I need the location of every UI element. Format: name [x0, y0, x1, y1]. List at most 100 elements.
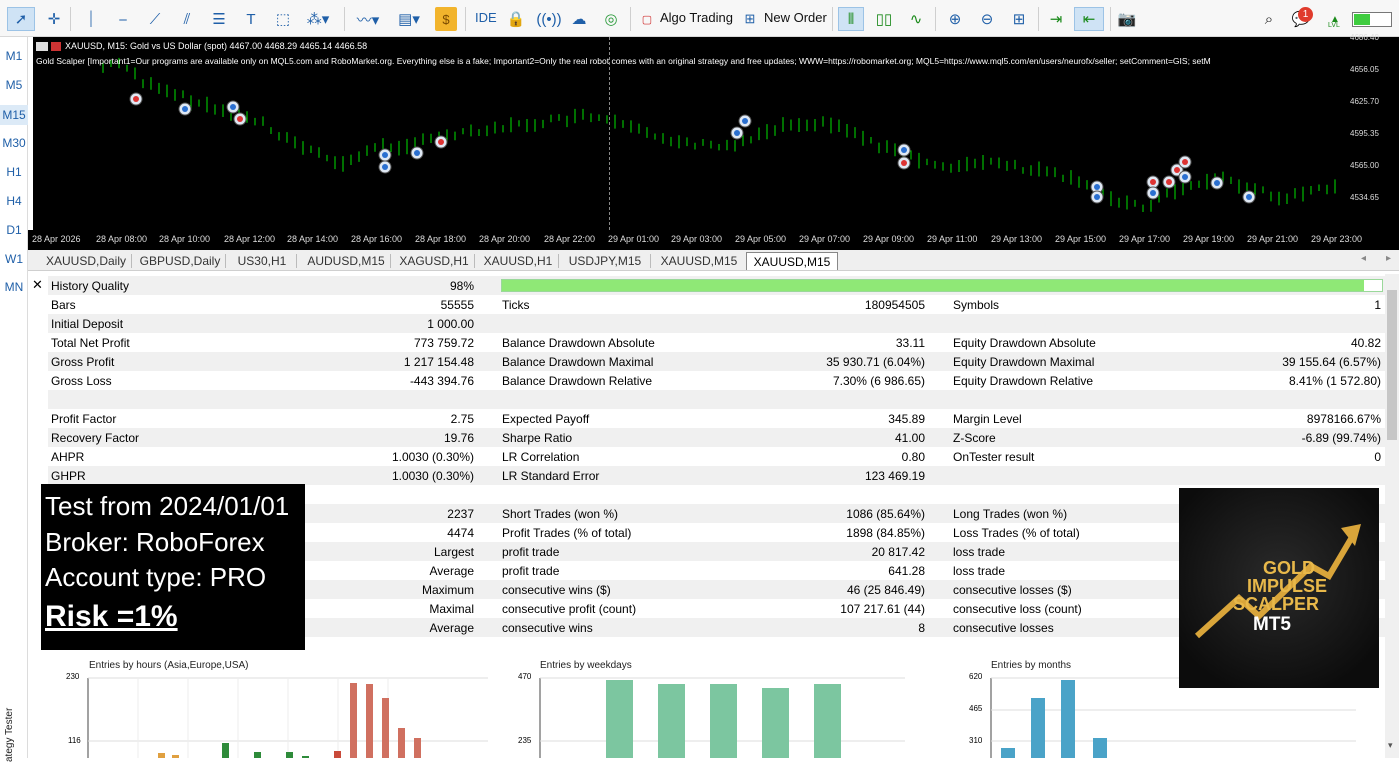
timeframe-w1[interactable]: W1: [0, 252, 28, 266]
line-chart-icon[interactable]: ∿: [904, 7, 928, 31]
report-value: 2.75: [450, 412, 474, 426]
tab-scroll-left-icon[interactable]: ◂: [1361, 253, 1366, 264]
vps-icon[interactable]: ◎: [600, 7, 622, 31]
zoom-out-icon[interactable]: ⊖: [976, 7, 998, 31]
close-icon[interactable]: ✕: [32, 277, 43, 293]
scroll-down-icon[interactable]: ▾: [1388, 740, 1393, 751]
report-label: Z-Score: [953, 431, 996, 445]
report-row: Initial Deposit 1 000.00: [48, 314, 1385, 333]
price-axis[interactable]: 4686.40 4656.05 4625.70 4595.35 4565.00 …: [1345, 33, 1399, 230]
time-label: 29 Apr 13:00: [991, 234, 1043, 244]
report-label: Balance Drawdown Relative: [502, 374, 653, 388]
screenshot-icon[interactable]: 📷: [1116, 7, 1138, 31]
report-label: LR Correlation: [502, 450, 580, 464]
fibonacci-icon[interactable]: ☰: [208, 7, 230, 31]
report-row: [48, 390, 1385, 409]
chart-header-text: XAUUSD, M15: Gold vs US Dollar (spot) 44…: [65, 41, 368, 51]
price-chart[interactable]: XAUUSD, M15: Gold vs US Dollar (spot) 44…: [33, 37, 1345, 230]
main-toolbar: ➚ ✛ ⏐ ⎯ ⟋ ⫽ ☰ T ⬚ ⁂▾ 〰▾ ▤▾ $ IDE 🔒 ((•))…: [0, 0, 1399, 37]
time-label: 28 Apr 22:00: [544, 234, 596, 244]
market-icon[interactable]: $: [435, 7, 457, 31]
new-order-button[interactable]: New Order: [764, 10, 827, 25]
timeframe-m5[interactable]: M5: [0, 78, 28, 92]
report-value: Maximum: [421, 583, 474, 597]
report-value: 641.28: [888, 564, 925, 578]
shapes-icon[interactable]: ⬚: [272, 7, 294, 31]
tab-scroll-right-icon[interactable]: ▸: [1386, 253, 1391, 264]
report-label: consecutive loss (count): [953, 602, 1082, 616]
chart-tab[interactable]: XAUUSD,Daily: [36, 252, 136, 270]
timeframe-m15[interactable]: M15: [0, 105, 28, 125]
trade-marker-dot: [414, 150, 420, 156]
report-label: consecutive losses ($): [953, 583, 1072, 597]
price-label: 4625.70: [1350, 97, 1379, 106]
vertical-line-icon[interactable]: ⏐: [80, 7, 102, 31]
report-value: 33.11: [895, 336, 925, 350]
report-value: 345.89: [888, 412, 925, 426]
report-scrollbar[interactable]: ▾: [1385, 274, 1399, 758]
chart-tab[interactable]: XAUUSD,H1: [478, 252, 558, 270]
chart-tab[interactable]: GBPUSD,Daily: [132, 252, 228, 270]
objects-menu-icon[interactable]: ⁂▾: [302, 7, 334, 31]
lock-icon[interactable]: 🔒: [505, 7, 527, 31]
time-label: 29 Apr 07:00: [799, 234, 851, 244]
chart-tab[interactable]: XAUUSD,M15: [654, 252, 744, 270]
time-label: 29 Apr 05:00: [735, 234, 787, 244]
time-label: 28 Apr 10:00: [159, 234, 211, 244]
timeframe-h4[interactable]: H4: [0, 194, 28, 208]
time-axis[interactable]: 28 Apr 2026 28 Apr 08:00 28 Apr 10:00 28…: [28, 230, 1399, 250]
chart-tab[interactable]: US30,H1: [228, 252, 296, 270]
trade-marker-dot: [742, 118, 748, 124]
cursor-icon[interactable]: ➚: [7, 7, 35, 31]
templates-menu-icon[interactable]: ▤▾: [393, 7, 425, 31]
cloud-icon[interactable]: ☁: [568, 7, 590, 31]
time-label: 28 Apr 14:00: [287, 234, 339, 244]
report-value: 1898 (84.85%): [846, 526, 925, 540]
crosshair-icon[interactable]: ✛: [42, 7, 66, 31]
trade-marker-dot: [1150, 190, 1156, 196]
time-label: 29 Apr 17:00: [1119, 234, 1171, 244]
overlay-test-date: Test from 2024/01/01: [45, 491, 290, 521]
time-label: 29 Apr 19:00: [1183, 234, 1235, 244]
logo-text-mt5: MT5: [1253, 614, 1291, 635]
chart-tab[interactable]: USDJPY,M15: [562, 252, 648, 270]
search-icon[interactable]: ⌕: [1258, 7, 1280, 31]
report-value: Maximal: [429, 602, 474, 616]
chart-tab-active[interactable]: XAUUSD,M15: [746, 252, 838, 270]
report-value: 8: [918, 621, 925, 635]
autoscroll-icon[interactable]: ⇥: [1044, 7, 1068, 31]
connection-indicator[interactable]: [1352, 12, 1392, 27]
trendline-icon[interactable]: ⟋: [144, 7, 166, 31]
timeframe-m30[interactable]: M30: [0, 136, 28, 150]
text-icon[interactable]: T: [240, 7, 262, 31]
timeframe-d1[interactable]: D1: [0, 223, 28, 237]
channel-icon[interactable]: ⫽: [176, 7, 198, 31]
candlestick-icon[interactable]: ▯▯: [872, 7, 896, 31]
tile-windows-icon[interactable]: ⊞: [1008, 7, 1030, 31]
chart-tab[interactable]: XAGUSD,H1: [394, 252, 474, 270]
report-label: Loss Trades (% of total): [953, 526, 1080, 540]
trade-marker-dot: [1094, 184, 1100, 190]
bar-chart-icon[interactable]: ⫴: [838, 7, 864, 31]
signal-icon[interactable]: ((•)): [536, 7, 561, 31]
timeframe-m1[interactable]: M1: [0, 49, 28, 63]
horizontal-line-icon[interactable]: ⎯: [112, 7, 134, 31]
algo-trading-button[interactable]: Algo Trading: [660, 10, 733, 25]
report-label: AHPR: [51, 450, 85, 464]
history-quality-value: 98%: [449, 279, 474, 293]
report-label: Profit Trades (% of total): [502, 526, 632, 540]
zoom-in-icon[interactable]: ⊕: [944, 7, 966, 31]
entries-by-hours-chart: Entries by hours (Asia,Europe,USA) 230 1…: [48, 658, 488, 758]
price-label: 4656.05: [1350, 65, 1379, 74]
timeframe-mn[interactable]: MN: [0, 280, 28, 294]
scrollbar-thumb[interactable]: [1387, 290, 1397, 440]
ide-button[interactable]: IDE: [475, 10, 497, 25]
report-value: 107 217.61 (44): [840, 602, 925, 616]
indicators-menu-icon[interactable]: 〰▾: [352, 7, 384, 31]
chart-shift-icon[interactable]: ⇤: [1074, 7, 1104, 31]
report-value: 55555: [440, 298, 474, 312]
chart-tab[interactable]: AUDUSD,M15: [300, 252, 392, 270]
report-value: -443 394.76: [409, 374, 474, 388]
timeframe-h1[interactable]: H1: [0, 165, 28, 179]
symbol-flag-icon: [36, 42, 48, 52]
